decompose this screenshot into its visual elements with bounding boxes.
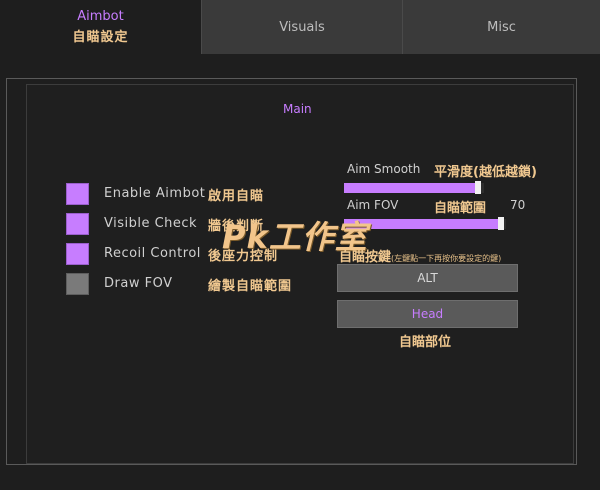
draw-fov-checkbox[interactable] [66, 273, 89, 295]
tab-misc[interactable]: Misc [403, 0, 600, 54]
recoil-control-row: Recoil Control 後座力控制 [66, 243, 277, 265]
recoil-control-label: Recoil Control [104, 246, 201, 261]
enable-aimbot-row: Enable Aimbot 啟用自瞄 [66, 183, 263, 205]
aim-bone-label: 自瞄部位 [399, 335, 452, 350]
aim-key-note: (左鍵點一下再按你要設定的鍵) [391, 254, 502, 263]
tab-aimbot-label: Aimbot [77, 9, 124, 24]
aim-smooth-slider-handle[interactable] [475, 181, 481, 194]
aim-fov-label: Aim FOV [347, 198, 399, 212]
aim-fov-slider[interactable] [344, 217, 506, 230]
aim-smooth-slider-fill [344, 183, 478, 193]
aim-key-button[interactable]: ALT [337, 264, 518, 292]
recoil-control-checkbox[interactable] [66, 243, 89, 265]
aim-smooth-slider[interactable] [344, 181, 484, 194]
section-title: Main [283, 102, 312, 116]
aim-bone-button[interactable]: Head [337, 300, 518, 328]
tab-visuals[interactable]: Visuals [202, 0, 403, 54]
tab-aimbot[interactable]: Aimbot 自瞄設定 [0, 0, 202, 54]
enable-aimbot-cn-label: 啟用自瞄 [208, 189, 265, 204]
aim-fov-slider-handle[interactable] [498, 217, 504, 230]
aim-key-title: 自瞄按鍵 [339, 250, 392, 265]
enable-aimbot-label: Enable Aimbot [104, 186, 206, 201]
tab-aimbot-sublabel: 自瞄設定 [72, 30, 129, 45]
aim-smooth-label: Aim Smooth [347, 162, 421, 176]
aim-smooth-cn-label: 平滑度(越低越鎖) [434, 165, 537, 180]
aim-fov-value: 70 [510, 198, 526, 212]
draw-fov-label: Draw FOV [104, 276, 173, 291]
visible-check-label: Visible Check [104, 216, 198, 231]
aim-key-label: 自瞄按鍵(左鍵點一下再按你要設定的鍵) [339, 246, 501, 265]
tab-visuals-label: Visuals [279, 19, 325, 35]
tab-misc-label: Misc [487, 19, 516, 35]
tab-bar: Aimbot 自瞄設定 Visuals Misc [0, 0, 600, 54]
visible-check-row: Visible Check 牆後判斷 [66, 213, 263, 235]
draw-fov-row: Draw FOV 繪製自瞄範圍 [66, 273, 291, 295]
draw-fov-cn-label: 繪製自瞄範圍 [208, 279, 293, 294]
visible-check-checkbox[interactable] [66, 213, 89, 235]
aim-fov-cn-label: 自瞄範圍 [434, 201, 487, 216]
enable-aimbot-checkbox[interactable] [66, 183, 89, 205]
